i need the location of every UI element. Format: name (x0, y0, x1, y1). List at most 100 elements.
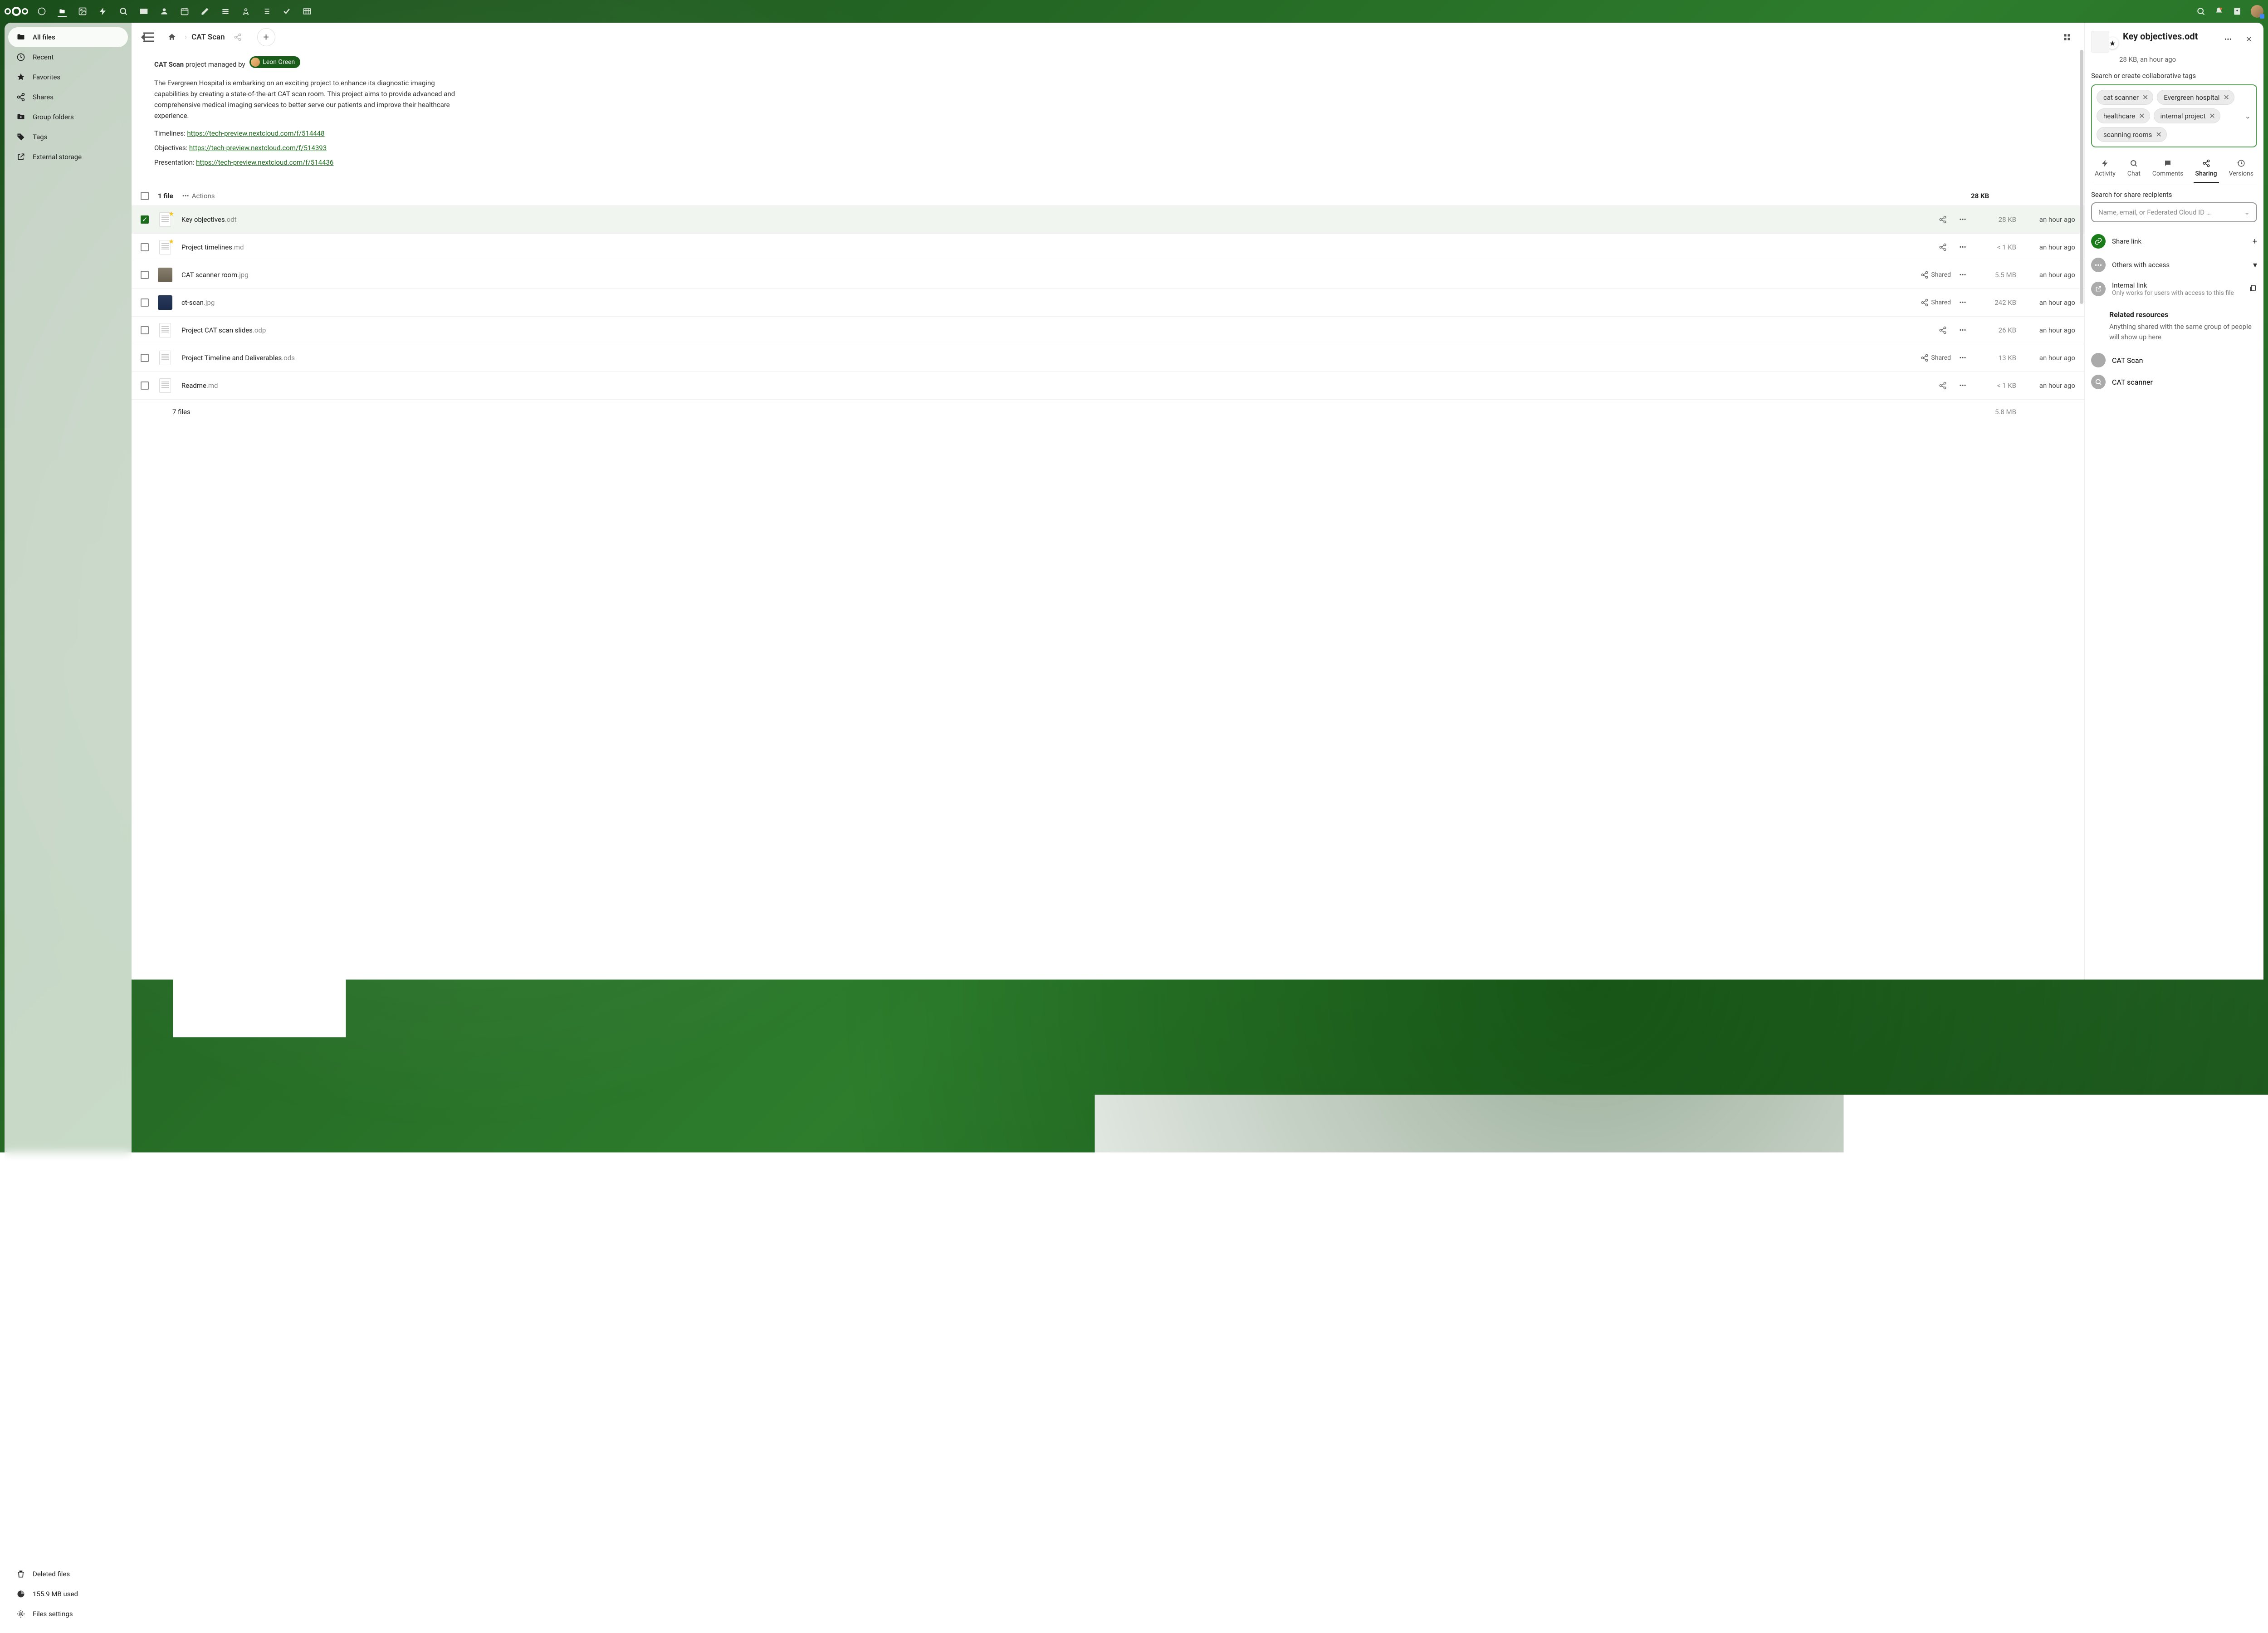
tag-chip[interactable]: healthcare✕ (2097, 108, 2150, 123)
share-search-input[interactable]: Name, email, or Federated Cloud ID … ⌄ (2091, 202, 2257, 222)
activity-icon[interactable] (98, 7, 108, 16)
tab-sharing[interactable]: Sharing (2194, 156, 2219, 183)
others-access-row[interactable]: ••• Others with access ▾ (2091, 253, 2257, 277)
more-actions-icon[interactable]: ••• (1955, 377, 1971, 394)
deck-icon[interactable] (221, 7, 230, 16)
tab-chat[interactable]: Chat (2126, 156, 2142, 183)
photos-icon[interactable] (78, 7, 87, 16)
more-actions-icon[interactable]: ••• (1955, 239, 1971, 255)
remove-tag-icon[interactable]: ✕ (2223, 93, 2229, 102)
project-link-url[interactable]: https://tech-preview.nextcloud.com/f/514… (189, 144, 327, 152)
related-item[interactable]: CAT scanner (2091, 371, 2257, 393)
contacts-icon[interactable] (160, 7, 169, 16)
user-avatar[interactable] (2251, 5, 2263, 18)
shared-indicator[interactable]: Shared (1921, 271, 1951, 279)
project-link-url[interactable]: https://tech-preview.nextcloud.com/f/514… (187, 129, 324, 137)
file-row[interactable]: ✓ ★ Key objectives.odt ••• 28 KB an hour… (132, 206, 2084, 234)
mail-icon[interactable] (139, 7, 148, 16)
file-name[interactable]: CAT scanner room.jpg (181, 271, 1911, 279)
chevron-down-icon[interactable]: ▾ (2253, 260, 2257, 270)
sidebar-settings[interactable]: Files settings (8, 1604, 128, 1624)
file-row[interactable]: ★ Project timelines.md ••• < 1 KB an hou… (132, 234, 2084, 261)
share-file-icon[interactable] (1935, 322, 1951, 338)
sidebar-item-external-storage[interactable]: External storage (8, 147, 128, 167)
tab-versions[interactable]: Versions (2227, 156, 2255, 183)
share-file-icon[interactable] (1935, 211, 1951, 228)
sidebar-item-shares[interactable]: Shares (8, 87, 128, 107)
more-actions-icon[interactable]: ••• (1955, 267, 1971, 283)
manager-chip[interactable]: Leon Green (249, 56, 300, 68)
sidebar-item-tags[interactable]: Tags (8, 127, 128, 147)
file-name[interactable]: Key objectives.odt (181, 215, 1926, 224)
row-checkbox[interactable] (141, 326, 149, 334)
scrollbar[interactable] (2080, 50, 2083, 304)
shared-indicator[interactable]: Shared (1921, 354, 1951, 362)
file-row[interactable]: Readme.md ••• < 1 KB an hour ago (132, 372, 2084, 400)
row-checkbox[interactable]: ✓ (141, 215, 149, 224)
remove-tag-icon[interactable]: ✕ (2209, 112, 2215, 120)
home-icon[interactable] (164, 29, 180, 45)
more-actions-icon[interactable]: ••• (1955, 350, 1971, 366)
calendar-icon[interactable] (180, 7, 189, 16)
dashboard-icon[interactable] (37, 7, 46, 16)
add-button[interactable]: + (257, 28, 275, 46)
close-icon[interactable]: ✕ (2241, 31, 2257, 47)
share-file-icon[interactable] (1935, 377, 1951, 394)
tasks-icon[interactable] (282, 7, 291, 16)
remove-tag-icon[interactable]: ✕ (2139, 112, 2145, 120)
tag-chip[interactable]: cat scanner✕ (2097, 90, 2153, 105)
file-name[interactable]: Readme.md (181, 381, 1926, 390)
bookmarks-icon[interactable] (241, 7, 250, 16)
more-icon[interactable]: ••• (2220, 31, 2236, 47)
more-actions-icon[interactable]: ••• (1955, 294, 1971, 311)
clipboard-icon[interactable] (2249, 284, 2257, 294)
project-link-url[interactable]: https://tech-preview.nextcloud.com/f/514… (196, 158, 333, 166)
file-row[interactable]: Project CAT scan slides.odp ••• 26 KB an… (132, 317, 2084, 344)
more-actions-icon[interactable]: ••• (1955, 211, 1971, 228)
notes-icon[interactable] (200, 7, 210, 16)
add-share-link-icon[interactable]: + (2253, 237, 2257, 246)
search-icon[interactable] (2196, 7, 2205, 16)
tab-activity[interactable]: Activity (2093, 156, 2117, 183)
sidebar-item-recent[interactable]: Recent (8, 47, 128, 67)
remove-tag-icon[interactable]: ✕ (2156, 130, 2161, 139)
row-checkbox[interactable] (141, 271, 149, 279)
chevron-down-icon[interactable]: ⌄ (2245, 112, 2251, 120)
file-name[interactable]: Project timelines.md (181, 243, 1926, 251)
file-name[interactable]: Project Timeline and Deliverables.ods (181, 354, 1911, 362)
talk-icon[interactable] (119, 7, 128, 16)
select-all-checkbox[interactable] (141, 192, 149, 200)
row-checkbox[interactable] (141, 298, 149, 307)
sidebar-item-all-files[interactable]: All files (8, 27, 128, 47)
sidebar-deleted-files[interactable]: Deleted files (8, 1564, 128, 1584)
notifications-icon[interactable] (2214, 7, 2224, 16)
tables-icon[interactable] (303, 7, 312, 16)
tab-comments[interactable]: Comments (2151, 156, 2185, 183)
shared-indicator[interactable]: Shared (1921, 298, 1951, 307)
file-name[interactable]: Project CAT scan slides.odp (181, 326, 1926, 334)
list-icon[interactable] (262, 7, 271, 16)
file-row[interactable]: ct-scan.jpg Shared ••• 242 KB an hour ag… (132, 289, 2084, 317)
share-breadcrumb-icon[interactable] (230, 29, 246, 45)
files-icon[interactable] (58, 8, 67, 17)
breadcrumb-current[interactable]: CAT Scan (191, 33, 225, 42)
toggle-sidebar-icon[interactable] (141, 29, 157, 45)
share-link-row[interactable]: Share link + (2091, 230, 2257, 253)
grid-view-icon[interactable] (2059, 29, 2075, 45)
file-name[interactable]: ct-scan.jpg (181, 298, 1911, 307)
more-actions-icon[interactable]: ••• (1955, 322, 1971, 338)
remove-tag-icon[interactable]: ✕ (2142, 93, 2148, 102)
sidebar-item-group-folders[interactable]: Group folders (8, 107, 128, 127)
tags-input[interactable]: cat scanner✕ Evergreen hospital✕ healthcar… (2091, 84, 2257, 147)
row-checkbox[interactable] (141, 381, 149, 390)
tag-chip[interactable]: scanning rooms✕ (2097, 127, 2167, 142)
nextcloud-logo[interactable] (5, 7, 28, 16)
row-checkbox[interactable] (141, 354, 149, 362)
file-row[interactable]: CAT scanner room.jpg Shared ••• 5.5 MB a… (132, 261, 2084, 289)
actions-button[interactable]: ••• Actions (182, 192, 215, 200)
tag-chip[interactable]: internal project✕ (2154, 108, 2220, 123)
tag-chip[interactable]: Evergreen hospital✕ (2157, 90, 2234, 105)
row-checkbox[interactable] (141, 243, 149, 251)
contacts-menu-icon[interactable] (2233, 7, 2242, 16)
sidebar-item-favorites[interactable]: Favorites (8, 67, 128, 87)
